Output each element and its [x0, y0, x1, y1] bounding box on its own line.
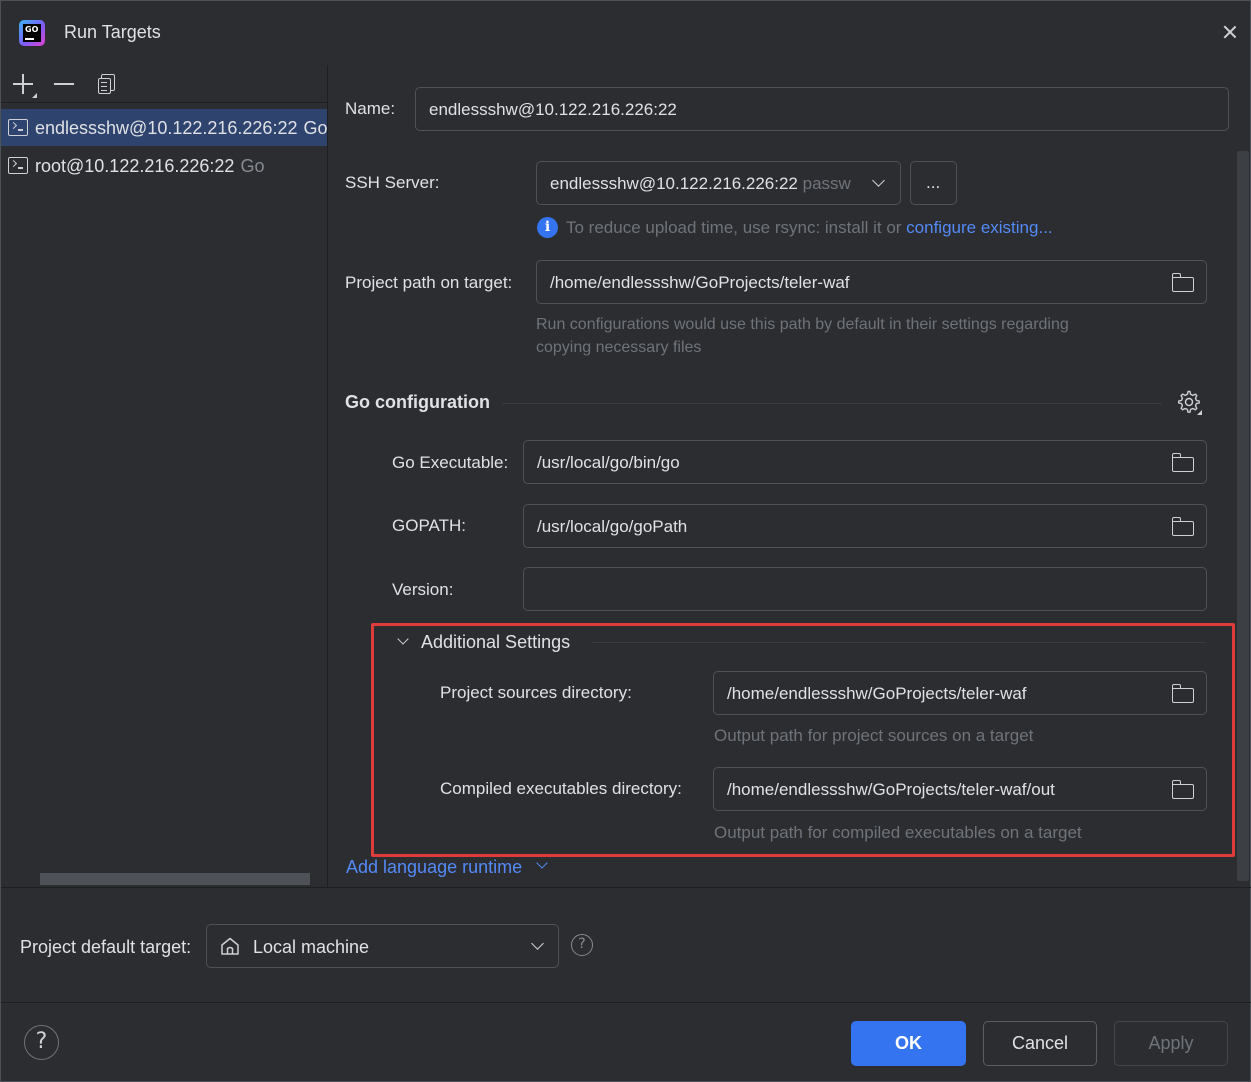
sidebar-horizontal-scrollbar[interactable] — [40, 873, 310, 885]
cancel-button[interactable]: Cancel — [983, 1021, 1097, 1066]
go-configuration-heading: Go configuration — [345, 392, 490, 412]
gopath-label: GOPATH: — [392, 516, 466, 535]
project-default-target-label: Project default target: — [20, 937, 192, 957]
go-executable-label: Go Executable: — [392, 453, 509, 472]
compiled-executables-field[interactable]: /home/endlessshw/GoProjects/teler-waf/ou… — [713, 767, 1207, 811]
divider — [1, 1002, 1251, 1003]
section-divider — [591, 642, 1206, 643]
compiled-executables-hint: Output path for compiled executables on … — [714, 823, 1082, 842]
project-path-field[interactable]: /home/endlessshw/GoProjects/teler-waf — [536, 260, 1207, 304]
help-icon[interactable]: ? — [24, 1025, 59, 1060]
project-sources-value: /home/endlessshw/GoProjects/teler-waf — [727, 684, 1027, 703]
ssh-server-select[interactable]: endlessshw@10.122.216.226:22 passw — [536, 161, 901, 205]
section-divider — [502, 403, 1162, 404]
dialog-title: Run Targets — [64, 22, 161, 42]
go-executable-value: /usr/local/go/bin/go — [537, 453, 680, 472]
add-language-runtime-link[interactable]: Add language runtime — [346, 857, 522, 878]
terminal-icon — [8, 157, 28, 174]
folder-icon[interactable] — [1172, 453, 1194, 472]
target-type: Go — [303, 118, 328, 138]
ssh-auth-type: passw — [802, 174, 851, 193]
gopath-value: /usr/local/go/goPath — [537, 517, 688, 536]
project-default-target-select[interactable]: Local machine — [206, 924, 559, 968]
target-list-item[interactable]: endlessshw@10.122.216.226:22 Go — [1, 109, 327, 146]
ok-button[interactable]: OK — [851, 1021, 966, 1066]
divider — [1, 887, 1251, 888]
info-icon: i — [537, 217, 558, 238]
run-targets-dialog: GO Run Targets endlessshw@10.122.216.226… — [0, 0, 1251, 1082]
project-path-label: Project path on target: — [345, 273, 513, 292]
project-path-hint-line-2: copying necessary files — [536, 339, 702, 356]
apply-button[interactable]: Apply — [1114, 1021, 1228, 1066]
chevron-down-icon — [531, 937, 544, 950]
target-label: endlessshw@10.122.216.226:22 — [35, 118, 298, 138]
add-target-icon[interactable] — [9, 70, 37, 98]
target-label: root@10.122.216.226:22 — [35, 156, 235, 176]
goland-app-icon: GO — [19, 20, 45, 46]
project-sources-field[interactable]: /home/endlessshw/GoProjects/teler-waf — [713, 671, 1207, 715]
more-button-label: ... — [926, 173, 941, 192]
gear-icon[interactable] — [1177, 390, 1203, 416]
form-vertical-scrollbar[interactable] — [1237, 151, 1249, 881]
terminal-icon — [8, 119, 28, 136]
rsync-hint-text: To reduce upload time, use rsync: instal… — [566, 218, 907, 237]
title-bar: GO Run Targets — [1, 1, 1251, 65]
help-icon[interactable]: ? — [571, 934, 593, 956]
project-sources-label: Project sources directory: — [440, 683, 632, 702]
rsync-hint: To reduce upload time, use rsync: instal… — [566, 218, 1053, 238]
version-label: Version: — [392, 580, 454, 599]
gopath-field[interactable]: /usr/local/go/goPath — [523, 504, 1207, 548]
go-executable-field[interactable]: /usr/local/go/bin/go — [523, 440, 1207, 484]
ssh-config-more-button[interactable]: ... — [910, 161, 957, 205]
project-sources-hint: Output path for project sources on a tar… — [714, 726, 1034, 745]
folder-icon[interactable] — [1172, 684, 1194, 703]
name-label: Name: — [345, 99, 396, 118]
project-path-hint-line-1: Run configurations would use this path b… — [536, 316, 1069, 333]
target-type: Go — [240, 156, 265, 176]
chevron-down-icon — [872, 174, 885, 187]
copy-target-icon[interactable] — [93, 70, 121, 98]
compiled-executables-value: /home/endlessshw/GoProjects/teler-waf/ou… — [727, 780, 1055, 799]
additional-settings-toggle[interactable]: Additional Settings — [421, 632, 570, 653]
project-path-value: /home/endlessshw/GoProjects/teler-waf — [550, 273, 850, 292]
ssh-server-value: endlessshw@10.122.216.226:22 — [550, 174, 798, 193]
folder-icon[interactable] — [1172, 273, 1194, 292]
target-list-item[interactable]: root@10.122.216.226:22 Go — [1, 147, 327, 184]
close-icon[interactable] — [1217, 19, 1243, 45]
targets-toolbar — [1, 65, 327, 103]
app-icon-text: GO — [25, 25, 39, 34]
folder-icon[interactable] — [1172, 517, 1194, 536]
remove-target-icon[interactable] — [50, 70, 78, 98]
configure-existing-link[interactable]: configure existing... — [906, 218, 1052, 237]
ssh-server-label: SSH Server: — [345, 173, 440, 192]
folder-icon[interactable] — [1172, 780, 1194, 799]
project-default-target-value: Local machine — [253, 937, 370, 957]
name-value: endlessshw@10.122.216.226:22 — [429, 100, 677, 119]
compiled-executables-label: Compiled executables directory: — [440, 779, 682, 798]
version-field[interactable] — [523, 567, 1207, 611]
home-icon — [220, 937, 240, 955]
targets-sidebar: endlessshw@10.122.216.226:22 Go root@10.1… — [1, 65, 328, 887]
name-field[interactable]: endlessshw@10.122.216.226:22 — [415, 87, 1229, 131]
